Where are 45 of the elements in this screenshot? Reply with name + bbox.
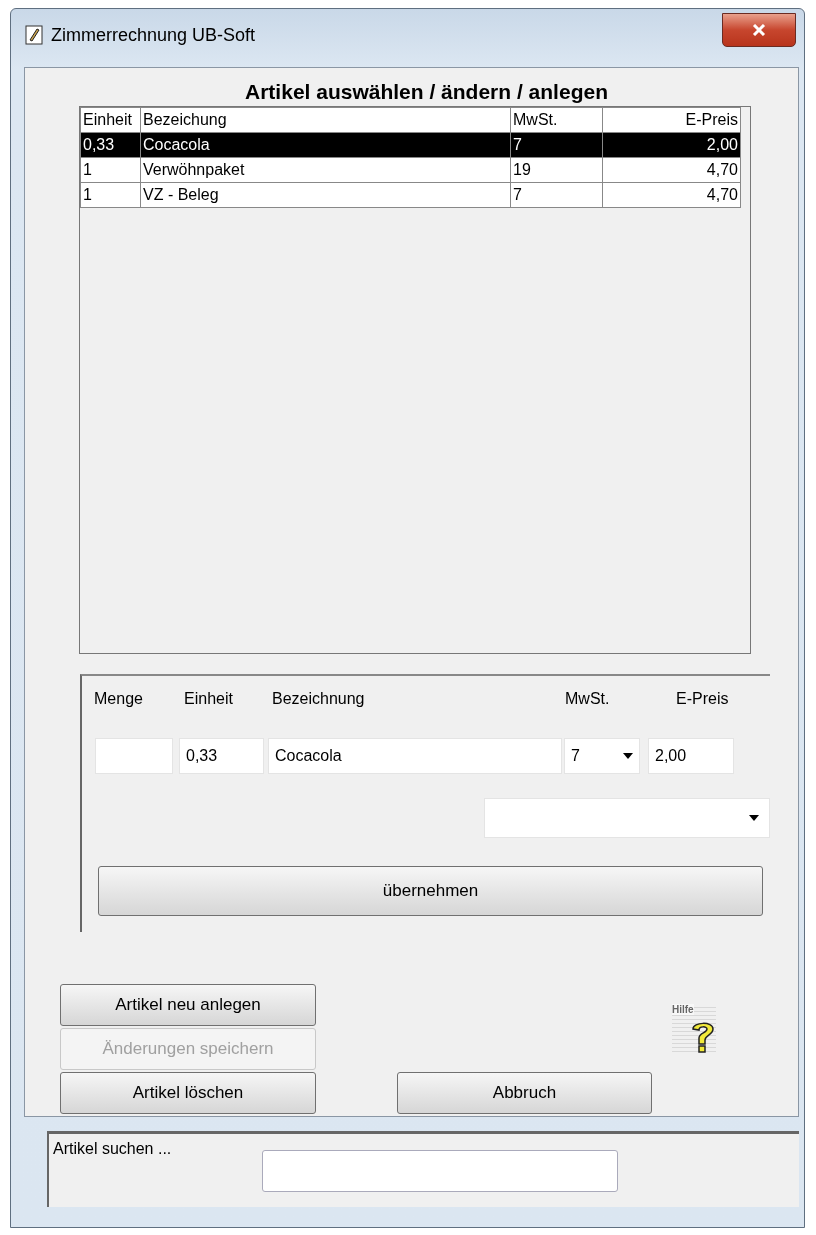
- quantity-field[interactable]: [95, 738, 173, 774]
- table-cell: 1: [80, 157, 141, 183]
- window-title: Zimmerrechnung UB-Soft: [51, 24, 256, 46]
- field-label: Menge: [94, 690, 143, 708]
- dropdown-arrow-icon: [623, 753, 633, 759]
- table-cell: 2,00: [602, 132, 741, 158]
- table-cell: VZ - Beleg: [140, 182, 511, 208]
- column-header[interactable]: MwSt.: [510, 107, 603, 133]
- price-field[interactable]: 2,00: [648, 738, 734, 774]
- table-row[interactable]: 0,33 Cocacola 7 2,00: [80, 132, 741, 158]
- help-button[interactable]: Hilfe: [672, 1004, 716, 1054]
- unit-field[interactable]: 0,33: [179, 738, 264, 774]
- column-header[interactable]: Bezeichung: [140, 107, 511, 133]
- cancel-button[interactable]: Abbruch: [397, 1072, 652, 1114]
- table-cell: 7: [510, 182, 603, 208]
- dropdown-arrow-icon: [749, 815, 759, 821]
- apply-button[interactable]: übernehmen: [98, 866, 763, 916]
- table-cell: 7: [510, 132, 603, 158]
- table-cell: Cocacola: [140, 132, 511, 158]
- table-cell: 4,70: [602, 182, 741, 208]
- table-cell: 0,33: [80, 132, 141, 158]
- question-mark-icon: [690, 1020, 716, 1054]
- vat-dropdown[interactable]: 7: [564, 738, 640, 774]
- table-cell: 1: [80, 182, 141, 208]
- close-button[interactable]: [722, 13, 796, 47]
- search-field[interactable]: [262, 1150, 618, 1192]
- table-row[interactable]: 1 VZ - Beleg 7 4,70: [80, 182, 741, 208]
- close-icon: [752, 24, 766, 36]
- field-label: MwSt.: [565, 690, 610, 708]
- action-button[interactable]: Artikel neu anlegen: [60, 984, 316, 1026]
- table-cell: 4,70: [602, 157, 741, 183]
- table-cell: Verwöhnpaket: [140, 157, 511, 183]
- field-label: E-Preis: [676, 690, 729, 708]
- dropdown[interactable]: [484, 798, 770, 838]
- action-button[interactable]: Artikel löschen: [60, 1072, 316, 1114]
- table-row[interactable]: 1 Verwöhnpaket 19 4,70: [80, 157, 741, 183]
- search-label: Artikel suchen ...: [53, 1140, 172, 1158]
- field-label: Bezeichnung: [272, 690, 365, 708]
- column-header[interactable]: E-Preis: [602, 107, 741, 133]
- description-field[interactable]: Cocacola: [268, 738, 562, 774]
- section-heading: Artikel auswählen / ändern / anlegen: [244, 80, 609, 105]
- field-label: Einheit: [184, 690, 233, 708]
- table-cell: 19: [510, 157, 603, 183]
- pencil-note-icon: [25, 25, 43, 45]
- column-header[interactable]: Einheit: [80, 107, 141, 133]
